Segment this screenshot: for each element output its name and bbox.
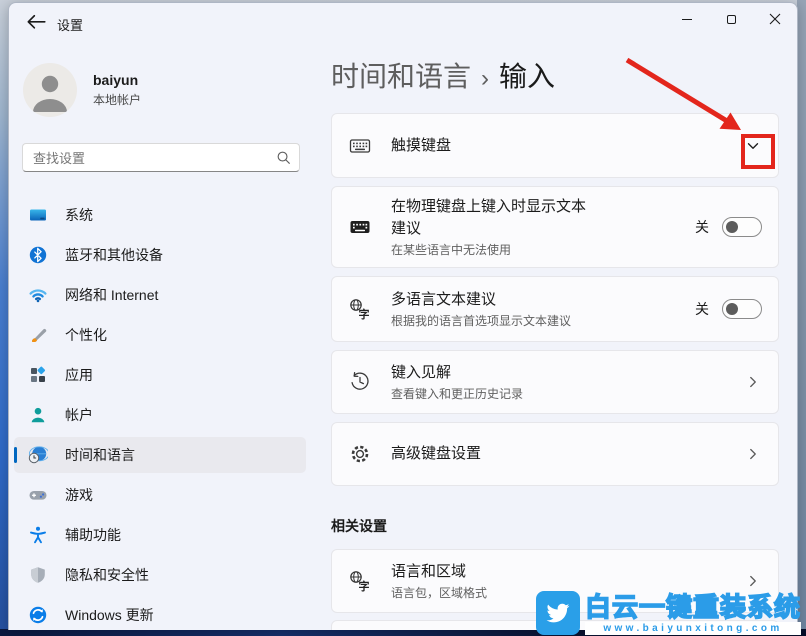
search-placeholder: 查找设置 — [33, 148, 276, 167]
back-button[interactable] — [25, 13, 47, 31]
account-type: 本地帐户 — [93, 91, 141, 108]
gear-icon — [348, 442, 372, 466]
breadcrumb-separator-icon: › — [481, 65, 489, 92]
card-subtitle: 语言包，区域格式 — [391, 584, 487, 601]
avatar — [23, 63, 77, 117]
hardware-suggestions-toggle[interactable] — [722, 217, 762, 237]
main-content: 时间和语言 › 输入 触摸键盘 — [331, 3, 779, 630]
multilingual-toggle[interactable] — [722, 299, 762, 319]
user-name: baiyun — [93, 72, 141, 88]
settings-card-hardware-suggestions[interactable]: 在物理键盘上键入时显示文本建议 在某些语言中无法使用 关 — [331, 186, 779, 268]
sidebar-item-label: 游戏 — [65, 485, 93, 505]
card-title: 键入见解 — [391, 362, 523, 384]
desktop-background: 设置 baiyun 本地帐户 — [0, 0, 806, 636]
sidebar-item-label: Windows 更新 — [65, 605, 154, 625]
sidebar-item-apps[interactable]: 应用 — [14, 357, 306, 393]
svg-text:字: 字 — [359, 307, 370, 321]
sidebar-item-label: 辅助功能 — [65, 525, 121, 545]
multilingual-text-icon: 字 — [348, 297, 372, 321]
settings-card-advanced-keyboard[interactable]: 高级键盘设置 — [331, 422, 779, 486]
sidebar-item-label: 应用 — [65, 365, 93, 385]
card-title: 触摸键盘 — [391, 135, 451, 157]
desktop-edge-right — [797, 0, 806, 636]
toggle-knob — [726, 303, 738, 315]
time-language-icon — [28, 445, 48, 465]
settings-card-touch-keyboard[interactable]: 触摸键盘 — [331, 113, 779, 178]
sidebar-item-label: 系统 — [65, 205, 93, 225]
related-settings-heading: 相关设置 — [331, 516, 779, 536]
card-title: 语言和区域 — [391, 561, 487, 583]
back-arrow-icon — [25, 13, 47, 31]
touch-keyboard-icon — [348, 134, 372, 158]
sidebar-item-label: 个性化 — [65, 325, 107, 345]
chevron-right-icon — [744, 445, 762, 463]
user-profile[interactable]: baiyun 本地帐户 — [23, 63, 141, 117]
card-title: 高级键盘设置 — [391, 443, 481, 465]
toggle-state-label: 关 — [695, 217, 709, 237]
breadcrumb: 时间和语言 › 输入 — [331, 55, 555, 95]
sidebar-item-label: 隐私和安全性 — [65, 565, 149, 585]
sidebar-item-accessibility[interactable]: 辅助功能 — [14, 517, 306, 553]
watermark-url: www.baiyunxitong.com — [585, 622, 801, 635]
card-subtitle: 根据我的语言首选项显示文本建议 — [391, 312, 571, 329]
sidebar-item-label: 网络和 Internet — [65, 285, 158, 305]
sidebar-item-network[interactable]: 网络和 Internet — [14, 277, 306, 313]
card-subtitle: 查看键入和更正历史记录 — [391, 385, 523, 402]
apps-icon — [28, 365, 48, 385]
typing-history-icon — [348, 370, 372, 394]
sidebar-item-label: 蓝牙和其他设备 — [65, 245, 163, 265]
watermark-title: 白云一键重装系统 — [585, 594, 801, 620]
sidebar-item-windows-update[interactable]: Windows 更新 — [14, 597, 306, 630]
breadcrumb-parent[interactable]: 时间和语言 — [331, 61, 471, 92]
sidebar-item-time-language[interactable]: 时间和语言 — [14, 437, 306, 473]
sidebar-item-privacy[interactable]: 隐私和安全性 — [14, 557, 306, 593]
chevron-down-icon[interactable] — [744, 137, 762, 155]
page-title: 输入 — [499, 61, 555, 92]
search-icon — [276, 150, 291, 165]
language-region-icon: 字 — [348, 569, 372, 593]
window-title: 设置 — [57, 15, 83, 34]
personalization-icon — [28, 325, 48, 345]
sidebar-item-personalization[interactable]: 个性化 — [14, 317, 306, 353]
privacy-shield-icon — [28, 565, 48, 585]
accounts-icon — [28, 405, 48, 425]
sidebar-item-gaming[interactable]: 游戏 — [14, 477, 306, 513]
toggle-state-label: 关 — [695, 299, 709, 319]
selected-accent-bar — [14, 447, 17, 463]
accessibility-icon — [28, 525, 48, 545]
windows-update-icon — [28, 605, 48, 625]
settings-card-multilingual[interactable]: 字 多语言文本建议 根据我的语言首选项显示文本建议 关 — [331, 276, 779, 342]
watermark: 白云一键重装系统 www.baiyunxitong.com — [536, 591, 801, 635]
settings-card-typing-insights[interactable]: 键入见解 查看键入和更正历史记录 — [331, 350, 779, 414]
gaming-icon — [28, 485, 48, 505]
card-title: 多语言文本建议 — [391, 289, 571, 311]
card-subtitle: 在某些语言中无法使用 — [391, 241, 599, 258]
sidebar-item-accounts[interactable]: 帐户 — [14, 397, 306, 433]
network-icon — [28, 285, 48, 305]
search-input[interactable]: 查找设置 — [22, 143, 300, 172]
physical-keyboard-icon — [348, 215, 372, 239]
card-title: 在物理键盘上键入时显示文本建议 — [391, 196, 599, 240]
toggle-knob — [726, 221, 738, 233]
settings-window: 设置 baiyun 本地帐户 — [8, 2, 798, 630]
bluetooth-icon — [28, 245, 48, 265]
sidebar-item-label: 帐户 — [65, 405, 93, 425]
sidebar-item-bluetooth[interactable]: 蓝牙和其他设备 — [14, 237, 306, 273]
sidebar-item-system[interactable]: 系统 — [14, 197, 306, 233]
sidebar-nav: 系统 蓝牙和其他设备 网络和 Internet — [14, 197, 306, 630]
sidebar-item-label: 时间和语言 — [65, 445, 135, 465]
system-icon — [28, 205, 48, 225]
chevron-right-icon — [744, 572, 762, 590]
svg-text:字: 字 — [359, 579, 370, 593]
chevron-right-icon — [744, 373, 762, 391]
watermark-bird-icon — [536, 591, 580, 635]
